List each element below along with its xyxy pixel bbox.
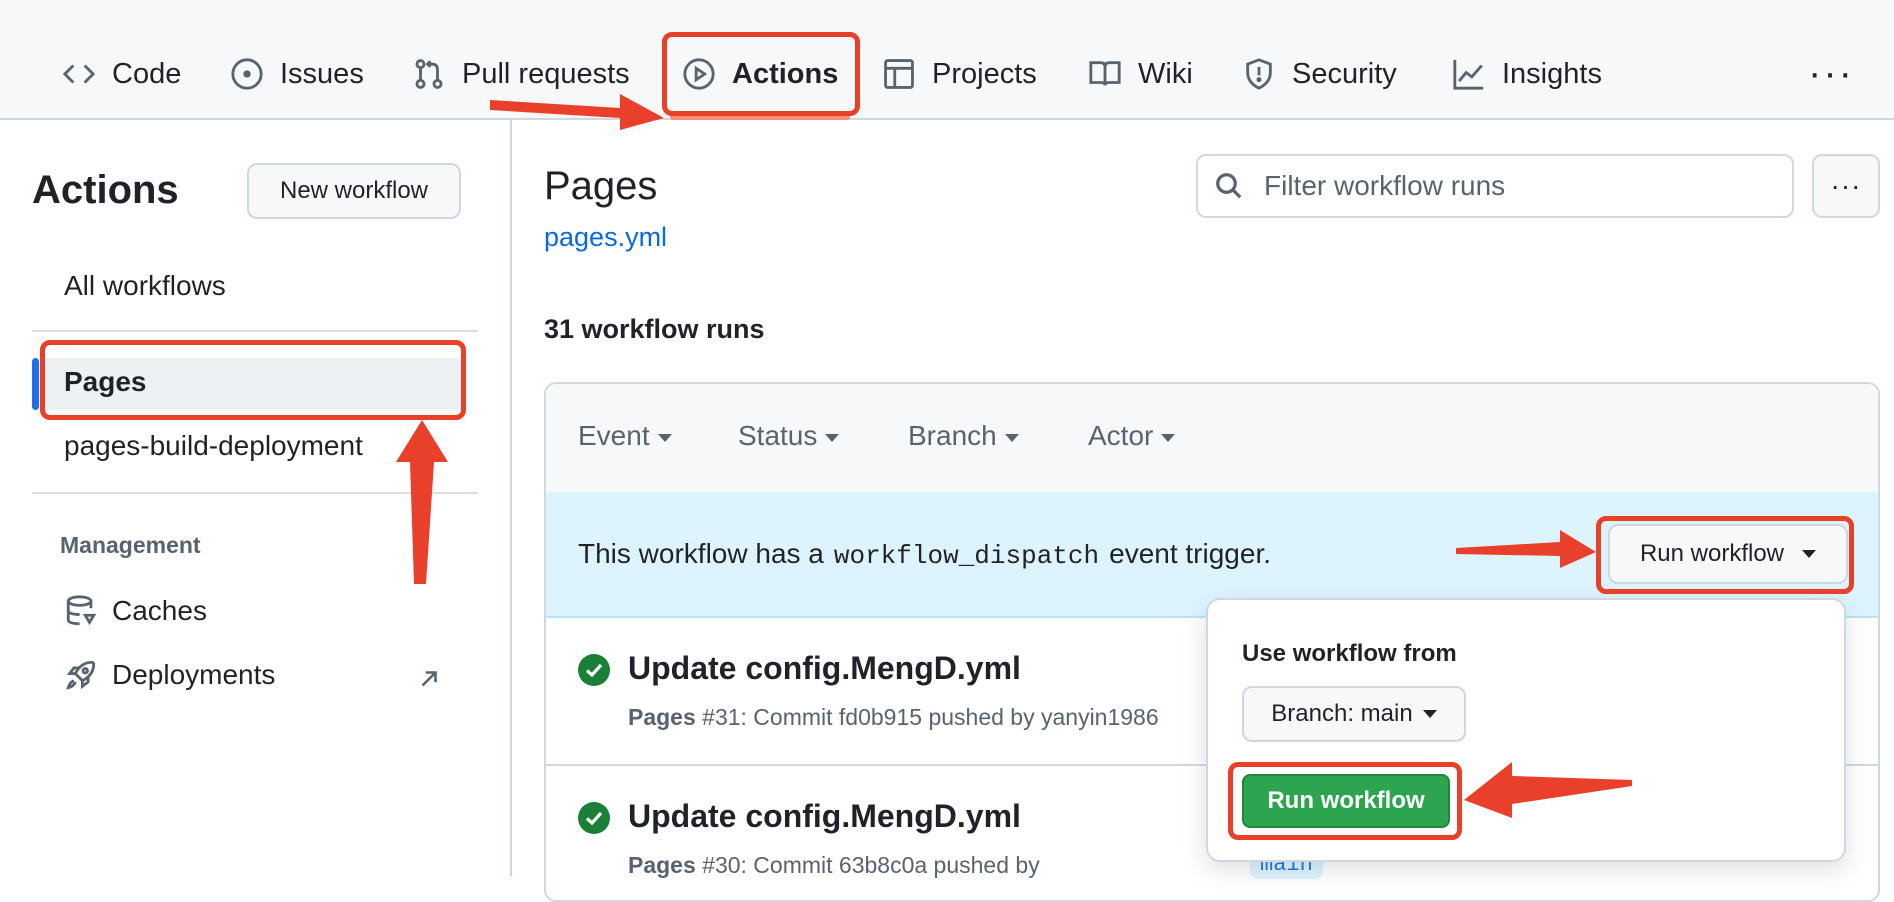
shield-icon (1246, 58, 1272, 90)
tab-label: Issues (280, 57, 364, 90)
tab-projects[interactable]: Projects (882, 46, 1037, 102)
sidebar-divider (32, 492, 478, 494)
search-input[interactable] (1262, 169, 1766, 203)
tab-label: Code (112, 57, 182, 90)
tab-security[interactable]: Security (1242, 46, 1397, 102)
sidebar-divider (510, 120, 512, 876)
sidebar-divider (32, 330, 478, 332)
button-label: Branch: main (1271, 700, 1413, 727)
run-meta-text: #31: Commit fd0b915 pushed by yanyin1986 (702, 704, 1159, 730)
tab-insights[interactable]: Insights (1452, 46, 1602, 102)
selected-indicator (32, 358, 39, 410)
filter-label: Event (578, 420, 650, 451)
run-meta: Pages #31: Commit fd0b915 pushed by yany… (628, 704, 1159, 731)
new-workflow-button[interactable]: New workflow (247, 163, 461, 219)
run-workflow-name: Pages (628, 852, 696, 878)
filter-label: Actor (1088, 420, 1154, 451)
book-icon (1089, 61, 1121, 86)
dispatch-message: This workflow has a workflow_dispatch even… (578, 538, 1271, 571)
filter-runs-search[interactable] (1196, 154, 1794, 218)
tab-issues[interactable]: Issues (230, 46, 364, 102)
tab-label: Insights (1502, 57, 1602, 90)
dispatch-prefix: This workflow has a (578, 538, 824, 569)
caret-down-icon (825, 433, 840, 442)
filter-label: Status (738, 420, 818, 451)
filter-branch[interactable]: Branch (908, 420, 1019, 452)
sidebar-item-pages-build-deployment[interactable]: pages-build-deployment (64, 430, 363, 462)
tab-label: Security (1292, 57, 1397, 90)
run-workflow-name: Pages (628, 704, 696, 730)
page-title: Pages (544, 164, 658, 208)
caret-down-icon (1422, 710, 1437, 718)
workflow-menu-button[interactable]: ··· (1812, 154, 1880, 218)
check-circle-icon (578, 802, 610, 834)
highlight-run-workflow-dropdown (1596, 516, 1854, 594)
rocket-icon (66, 660, 96, 690)
runs-count: 31 workflow runs (544, 314, 765, 344)
sidebar-title: Actions (32, 168, 179, 212)
issue-opened-icon (231, 58, 263, 90)
highlight-actions-tab (662, 32, 860, 116)
git-pull-request-icon (415, 59, 443, 89)
branch-select-button[interactable]: Branch: main (1242, 686, 1466, 742)
run-title[interactable]: Update config.MengD.yml (628, 650, 1021, 687)
sidebar-item-label: Deployments (112, 659, 276, 690)
dropdown-heading: Use workflow from (1242, 640, 1457, 667)
repo-nav: Code Issues Pull requests Actions Projec… (0, 0, 1894, 120)
check-circle-icon (578, 654, 610, 686)
more-options-button[interactable]: ··· (1808, 53, 1854, 93)
caret-down-icon (1004, 433, 1019, 442)
tab-wiki[interactable]: Wiki (1088, 46, 1193, 102)
workflow-file-link[interactable]: pages.yml (544, 222, 667, 253)
run-meta: Pages #30: Commit 63b8c0a pushed by (628, 852, 1040, 879)
management-heading: Management (60, 532, 201, 558)
filter-label: Branch (908, 420, 997, 451)
caret-down-icon (1161, 433, 1176, 442)
caret-down-icon (657, 433, 672, 442)
filter-status[interactable]: Status (738, 420, 840, 452)
highlight-run-workflow-button (1228, 762, 1462, 840)
search-icon (1216, 173, 1242, 199)
arrow-to-pages (396, 420, 448, 584)
sidebar-item-label: Caches (112, 595, 207, 626)
code-icon (62, 64, 96, 84)
run-meta-text: #30: Commit 63b8c0a pushed by (702, 852, 1040, 878)
sidebar-item-all-workflows[interactable]: All workflows (64, 270, 226, 302)
filter-event[interactable]: Event (578, 420, 672, 452)
sidebar-item-deployments[interactable]: Deployments (64, 658, 275, 692)
tab-label: Wiki (1138, 57, 1193, 90)
sidebar-item-caches[interactable]: Caches (64, 594, 207, 628)
filter-actor[interactable]: Actor (1088, 420, 1176, 452)
highlight-pages-item (40, 340, 466, 420)
tab-label: Projects (932, 57, 1037, 90)
tab-code[interactable]: Code (62, 46, 181, 102)
filters-bar: Event Status Branch Actor (546, 384, 1878, 494)
tab-label: Pull requests (462, 57, 630, 90)
tab-pull-requests[interactable]: Pull requests (412, 46, 630, 102)
graph-icon (1453, 59, 1484, 90)
run-title[interactable]: Update config.MengD.yml (628, 798, 1021, 835)
database-icon (66, 595, 97, 626)
arrow-up-right-icon (421, 671, 437, 687)
table-icon (884, 59, 914, 89)
dispatch-suffix: event trigger. (1109, 538, 1271, 569)
dispatch-code: workflow_dispatch (833, 541, 1100, 571)
